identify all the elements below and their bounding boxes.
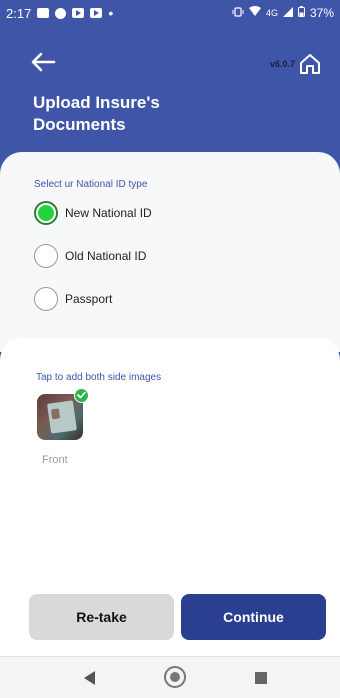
page-title: Upload Insure's Documents [33,93,160,134]
upload-card: Tap to add both side images Front Re-tak… [0,338,340,656]
vibrate-icon [232,6,244,20]
id-type-card: Select ur National ID type New National … [0,152,340,352]
id-photo-face [50,408,61,420]
radio-button[interactable] [34,287,58,311]
facebook-notification-icon [55,7,67,19]
home-icon [300,54,320,74]
status-bar: 2:17 • 4G 37% [0,0,340,26]
wifi-icon [248,6,261,20]
signal-icon [282,6,293,20]
continue-button[interactable]: Continue [181,594,326,640]
network-type: 4G [265,8,278,18]
youtube-notification-icon [72,8,85,18]
radio-label: Passport [65,292,113,306]
radio-option-passport[interactable]: Passport [34,287,112,311]
youtube-notification-icon [90,8,103,18]
status-right: 4G 37% [232,6,334,20]
app-version: v6.0.7 [269,59,295,69]
more-notifications-dot: • [108,5,114,21]
radio-button-selected[interactable] [34,201,58,225]
arrow-left-icon [31,52,56,72]
status-time: 2:17 [6,5,32,21]
radio-option-old-national-id[interactable]: Old National ID [34,244,146,268]
id-type-label: Select ur National ID type [34,179,148,190]
back-button[interactable] [30,52,56,72]
system-nav-bar [0,656,340,698]
radio-button[interactable] [34,244,58,268]
retake-button[interactable]: Re-take [29,594,174,640]
nav-recents-icon[interactable] [255,672,267,684]
radio-label: Old National ID [65,249,147,263]
status-left: 2:17 • [6,5,113,21]
radio-label: New National ID [65,206,152,220]
thumbnail-label: Front [42,454,68,466]
gallery-notification-icon [37,8,50,18]
id-card-photo [47,400,77,434]
radio-option-new-national-id[interactable]: New National ID [34,201,152,225]
battery-percent: 37% [309,6,334,20]
battery-icon [297,6,305,20]
nav-home-icon[interactable] [164,666,186,688]
nav-back-icon[interactable] [84,671,95,685]
check-icon [74,388,89,403]
home-button[interactable] [298,52,322,76]
upload-hint: Tap to add both side images [36,372,162,383]
